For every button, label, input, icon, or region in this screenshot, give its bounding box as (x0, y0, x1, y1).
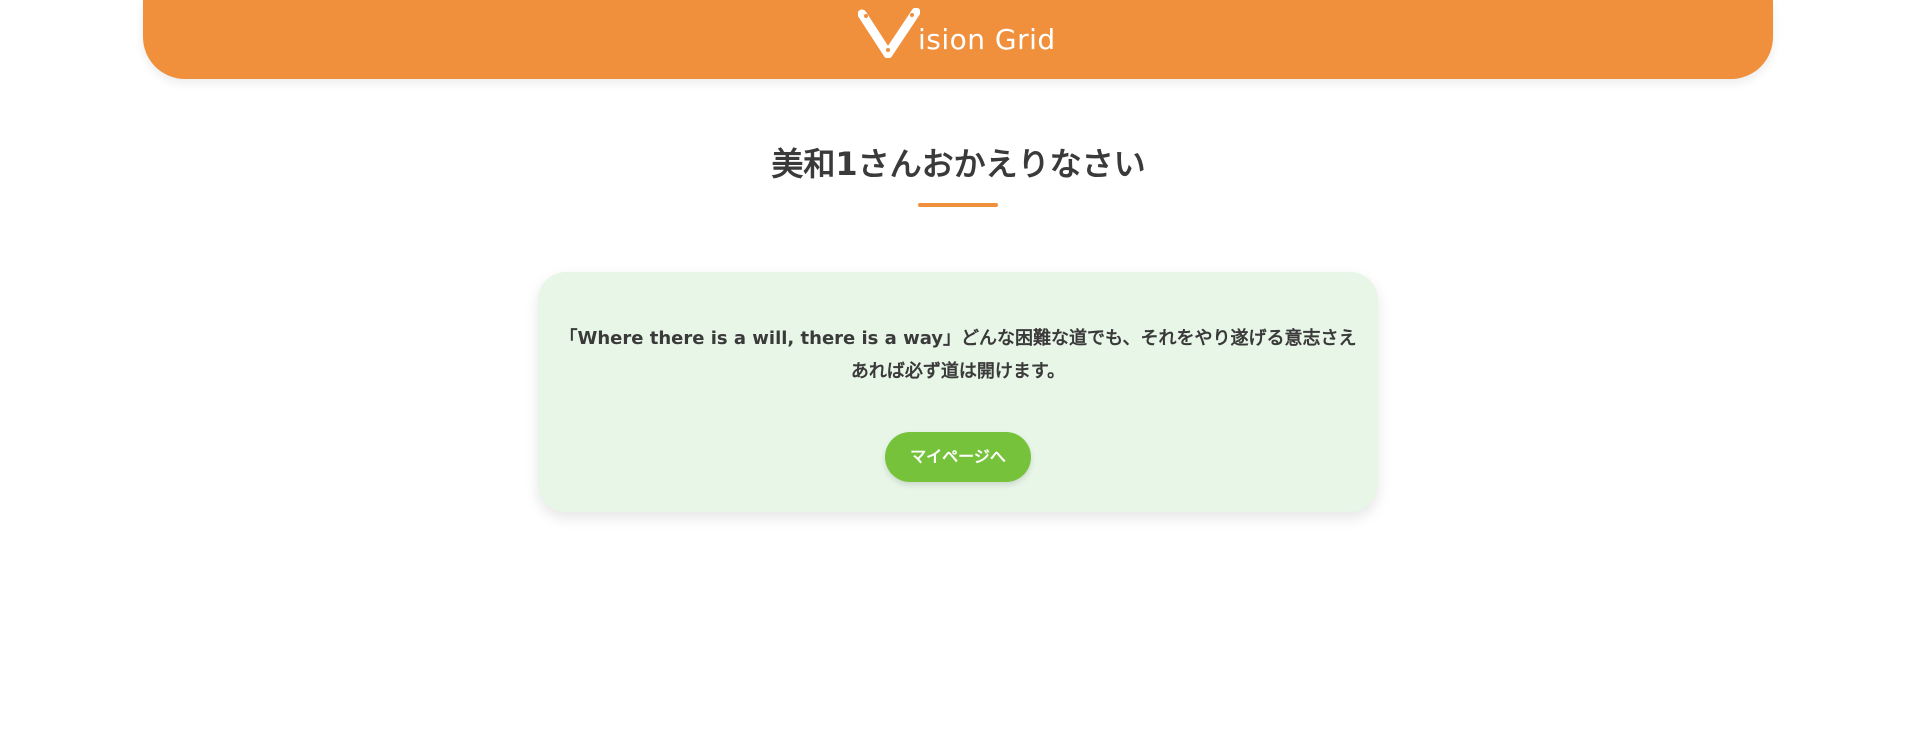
title-underline (918, 203, 998, 207)
quote-card: 「Where there is a will, there is a way」ど… (538, 272, 1378, 512)
mypage-button[interactable]: マイページへ (885, 432, 1031, 482)
site-logo[interactable]: ision Grid (858, 8, 1056, 58)
logo-text: ision Grid (918, 23, 1056, 56)
quote-text: 「Where there is a will, there is a way」ど… (559, 328, 1357, 382)
page-title: 美和1さんおかえりなさい (771, 145, 1146, 183)
v-logo-icon (858, 8, 920, 58)
